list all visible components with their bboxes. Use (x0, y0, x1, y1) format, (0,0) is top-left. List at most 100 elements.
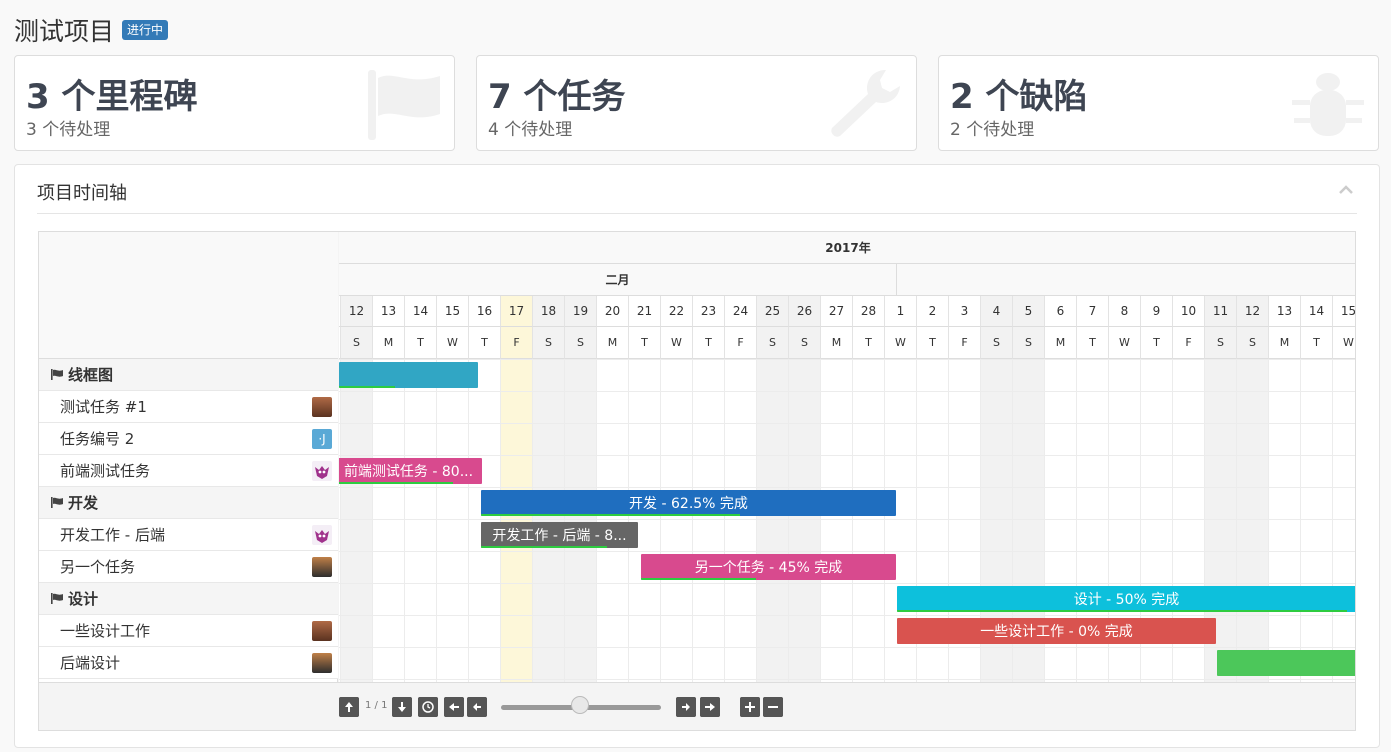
avatar (312, 621, 332, 641)
bugs-card[interactable]: 2 个缺陷 2 个待处理 (938, 55, 1379, 151)
gantt-day: 7 (1077, 296, 1109, 327)
zoom-in-button[interactable] (740, 697, 760, 717)
gantt-task-row[interactable]: 任务编号 2 ·J (39, 423, 338, 455)
gantt-column (1301, 359, 1333, 682)
gantt-day: 13 (373, 296, 405, 327)
gantt-weekday: T (1141, 327, 1173, 359)
gantt-bar[interactable]: 一些设计工作 - 0% 完成 (897, 618, 1216, 644)
clock-icon[interactable] (418, 697, 438, 717)
gantt-weekday: T (1301, 327, 1333, 359)
gantt-weekday: S (1013, 327, 1045, 359)
gantt-day: 22 (661, 296, 693, 327)
gantt-weekday: S (1237, 327, 1269, 359)
gantt-day: 12 (1237, 296, 1269, 327)
row-label: 一些设计工作 (60, 622, 151, 640)
gantt-row-line (339, 647, 1355, 648)
gantt-column (1237, 359, 1269, 682)
gantt-weekday: S (789, 327, 821, 359)
gantt-bar-label: 开发工作 - 后端 - 8... (492, 528, 627, 544)
gantt-column (757, 359, 789, 682)
gantt-bar-label: 另一个任务 - 45% 完成 (694, 560, 843, 576)
gantt-task-row[interactable]: 测试任务 #1 (39, 391, 338, 423)
gantt-task-row[interactable]: 后端设计 (39, 647, 338, 679)
gantt-day: 15 (437, 296, 469, 327)
arrow-up-button[interactable] (339, 697, 359, 717)
gantt-bar[interactable]: 另一个任务 - 45% 完成 (641, 554, 896, 580)
gantt-task-row[interactable]: 开发工作 - 后端 (39, 519, 338, 551)
bug-icon (1292, 73, 1364, 136)
gantt-bar[interactable] (339, 362, 478, 388)
milestones-count: 3 个里程碑 (26, 77, 198, 117)
avatar (312, 525, 332, 545)
timeline-heading: 项目时间轴 (37, 183, 127, 204)
gantt-chart: 线框图 测试任务 #1 任务编号 2 ·J 前端测试任务 开发 开发工作 - 后端 另一个任务… (38, 231, 1356, 731)
jump-right-button[interactable] (700, 697, 720, 717)
gantt-bar-progress (339, 386, 395, 388)
wrench-icon (831, 70, 900, 137)
gantt-row-line (339, 615, 1355, 616)
gantt-weekday: M (373, 327, 405, 359)
zoom-out-button[interactable] (763, 697, 783, 717)
jump-left-button[interactable] (444, 697, 464, 717)
gantt-column (565, 359, 597, 682)
gantt-weekday: M (597, 327, 629, 359)
gantt-task-row[interactable]: 前端测试任务 (39, 455, 338, 487)
gantt-task-row[interactable]: 另一个任务 (39, 551, 338, 583)
gantt-column (821, 359, 853, 682)
gantt-day: 5 (1013, 296, 1045, 327)
avatar (312, 397, 332, 417)
arrow-right-button[interactable] (676, 697, 696, 717)
row-label: 测试任务 #1 (60, 398, 147, 416)
project-header: 测试项目 进行中 (14, 12, 169, 48)
chevron-up-icon[interactable] (1339, 185, 1353, 195)
zoom-slider-knob[interactable] (571, 696, 589, 714)
gantt-day: 10 (1173, 296, 1205, 327)
gantt-weekday: S (757, 327, 789, 359)
gantt-row-labels: 线框图测试任务 #1 任务编号 2 ·J 前端测试任务 开发 开发工作 - 后端 另一个任务… (39, 232, 338, 682)
gantt-column (661, 359, 693, 682)
arrow-down-button[interactable] (392, 697, 412, 717)
bugs-pending: 2 个待处理 (950, 120, 1035, 140)
gantt-row-line (339, 487, 1355, 488)
row-label: 后端设计 (60, 654, 121, 672)
gantt-year: 2017年 (339, 232, 1355, 264)
gantt-day: 14 (405, 296, 437, 327)
gantt-day: 19 (565, 296, 597, 327)
avatar (312, 557, 332, 577)
gantt-bar[interactable]: 设计 - 50% 完成 (897, 586, 1355, 612)
gantt-day: 28 (853, 296, 885, 327)
gantt-task-row[interactable]: 一些设计工作 (39, 615, 338, 647)
gantt-timeline: 2017年 二月 11F12S13M14T15W16T17F18S19S20M2… (339, 232, 1355, 682)
gantt-day: 21 (629, 296, 661, 327)
page-indicator: 1 / 1 (365, 700, 388, 711)
gantt-bar-progress (339, 482, 453, 484)
gantt-bar-label: 一些设计工作 - 0% 完成 (980, 624, 1133, 640)
gantt-day: 12 (341, 296, 373, 327)
gantt-group-row[interactable]: 设计 (39, 583, 338, 615)
milestones-pending: 3 个待处理 (26, 120, 111, 140)
gantt-weekday: S (565, 327, 597, 359)
arrow-left-button[interactable] (467, 697, 487, 717)
flag-icon (51, 369, 63, 380)
gantt-column (725, 359, 757, 682)
gantt-day: 26 (789, 296, 821, 327)
flag-icon (51, 593, 63, 604)
gantt-group-row[interactable]: 线框图 (39, 359, 338, 391)
gantt-bar[interactable]: 开发 - 62.5% 完成 (481, 490, 896, 516)
gantt-bar-progress (481, 546, 607, 548)
milestones-card[interactable]: 3 个里程碑 3 个待处理 (14, 55, 455, 151)
gantt-month-row: 二月 (339, 264, 1355, 296)
gantt-bar[interactable] (1217, 650, 1355, 676)
gantt-day: 24 (725, 296, 757, 327)
gantt-weekday: T (405, 327, 437, 359)
flag-icon (51, 497, 63, 508)
gantt-group-row[interactable]: 开发 (39, 487, 338, 519)
gantt-day: 3 (949, 296, 981, 327)
gantt-weekday: S (981, 327, 1013, 359)
gantt-day: 18 (533, 296, 565, 327)
panel-divider (37, 213, 1357, 214)
gantt-bar[interactable]: 前端测试任务 - 80... (339, 458, 482, 484)
tasks-card[interactable]: 7 个任务 4 个待处理 (476, 55, 917, 151)
gantt-bar[interactable]: 开发工作 - 后端 - 8... (481, 522, 638, 548)
gantt-weekday: M (1045, 327, 1077, 359)
